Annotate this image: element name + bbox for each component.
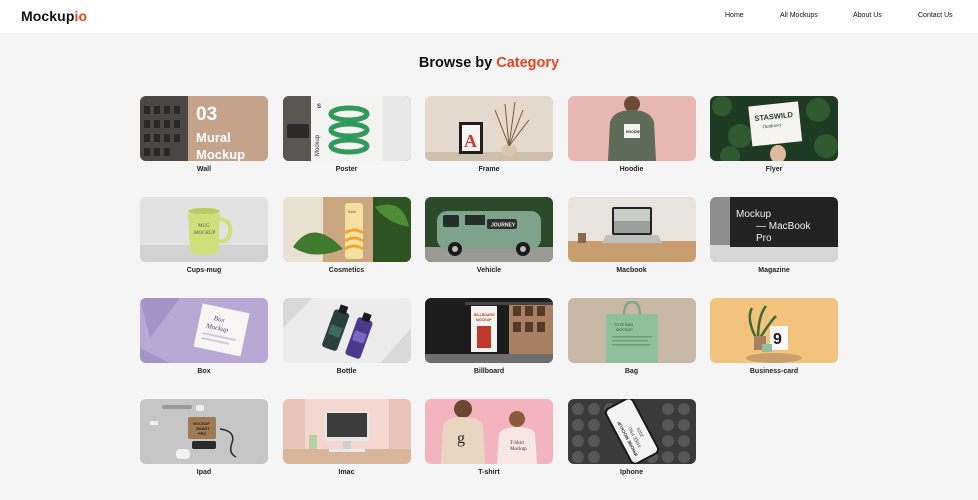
category-card-box[interactable]: Box Mockup Box <box>140 298 268 399</box>
category-card-imac[interactable]: Imac <box>282 399 411 500</box>
category-card-bag[interactable]: TOTE BAG MOCKUP Bag <box>567 298 696 399</box>
category-label: Business-card <box>749 368 799 375</box>
category-card-cups-mug[interactable]: MUG MOCKUP Cups-mug <box>140 197 268 298</box>
category-label: Bag <box>624 368 639 375</box>
vehicle-image: JOURNEY <box>425 197 553 262</box>
bag-text-1: TOTE BAG <box>614 323 633 327</box>
wall-text-1: 03 <box>196 104 217 125</box>
category-label: Macbook <box>616 267 647 274</box>
imac-image <box>282 399 411 464</box>
billboard-image: BILLBOARD MOCKUP <box>425 298 553 363</box>
box-image: Box Mockup <box>140 298 268 363</box>
frame-text: A <box>464 131 477 151</box>
category-label: Wall <box>196 166 212 173</box>
heading-prefix: Browse by <box>418 55 493 71</box>
poster-image: S Mockup <box>282 96 411 161</box>
category-label: Iphone <box>620 469 643 476</box>
category-label: Cosmetics <box>328 267 365 274</box>
vehicle-text: JOURNEY <box>491 223 516 229</box>
category-card-magazine[interactable]: Mockup — MacBook Pro Magazine <box>710 197 838 298</box>
heading-accent: Category <box>496 55 560 71</box>
flyer-image: STASWILD Outdoors <box>710 96 838 161</box>
mug-text-2: MOCKUP <box>194 231 216 236</box>
cosmetics-image: Tube <box>282 197 411 262</box>
category-card-poster[interactable]: S Mockup Poster <box>282 96 411 197</box>
category-label: T-shirt <box>478 469 500 476</box>
iphone-image: IPHONE MOCKUP FREE PSD 2023 <box>567 399 696 464</box>
magazine-text-2: — MacBook <box>756 221 811 232</box>
poster-side-text: Mockup <box>315 134 321 156</box>
top-navigation-bar: Mockupio Home All Mockups About Us Conta… <box>0 0 978 33</box>
category-label: Hoodie <box>619 166 644 173</box>
poster-text: S <box>317 104 321 110</box>
nav-all-mockups[interactable]: All Mockups <box>780 12 818 19</box>
logo[interactable]: Mockupio <box>21 8 87 24</box>
category-label: Ipad <box>196 469 212 476</box>
section-heading: Browse by Category <box>0 55 978 71</box>
nav-home[interactable]: Home <box>725 12 744 19</box>
macbook-image <box>567 197 696 262</box>
tshirt-right-text-2: Mockup <box>510 447 527 452</box>
tshirt-left-text: g <box>457 430 465 447</box>
ipad-text-1: MOCKUP <box>193 422 210 426</box>
business-card-image: 9 <box>710 298 838 363</box>
hoodie-text: HOODIE <box>626 130 640 134</box>
magazine-text-1: Mockup <box>736 209 771 220</box>
tshirt-right-text-1: T-Shirt <box>510 441 525 446</box>
category-card-billboard[interactable]: BILLBOARD MOCKUP Billboard <box>425 298 553 399</box>
mug-image: MUG MOCKUP <box>140 197 268 262</box>
category-label: Poster <box>335 166 358 173</box>
ipad-text-3: PRO <box>198 432 206 436</box>
tshirt-image: g T-Shirt Mockup <box>425 399 553 464</box>
hoodie-image: HOODIE <box>567 96 696 161</box>
magazine-image: Mockup — MacBook Pro <box>710 197 838 262</box>
billboard-text-2: MOCKUP <box>476 318 492 322</box>
wall-mural-image: 03 Mural Mockup <box>140 96 268 161</box>
category-card-tshirt[interactable]: g T-Shirt Mockup T-shirt <box>425 399 553 500</box>
category-card-bottle[interactable]: Bottle <box>282 298 411 399</box>
wall-text-2: Mural <box>196 130 231 145</box>
nav-about-us[interactable]: About Us <box>853 12 882 19</box>
category-card-macbook[interactable]: Macbook <box>567 197 696 298</box>
logo-main: Mockup <box>21 8 75 24</box>
category-card-ipad[interactable]: MOCKUP SMART PRO Ipad <box>140 399 268 500</box>
magazine-text-3: Pro <box>756 233 772 244</box>
bottle-image <box>282 298 411 363</box>
category-card-flyer[interactable]: STASWILD Outdoors Flyer <box>710 96 838 197</box>
logo-accent: io <box>74 8 88 24</box>
category-card-frame[interactable]: A Frame <box>425 96 553 197</box>
category-card-wall[interactable]: 03 Mural Mockup Wall <box>140 96 268 197</box>
category-grid: 03 Mural Mockup Wall S Mockup Poster A F… <box>140 96 838 500</box>
ipad-text-2: SMART <box>196 427 210 431</box>
category-label: Vehicle <box>476 267 502 274</box>
category-card-vehicle[interactable]: JOURNEY Vehicle <box>425 197 553 298</box>
wall-text-3: Mockup <box>196 147 245 161</box>
frame-image: A <box>425 96 553 161</box>
category-label: Billboard <box>473 368 505 375</box>
category-card-cosmetics[interactable]: Tube Cosmetics <box>282 197 411 298</box>
category-card-iphone[interactable]: IPHONE MOCKUP FREE PSD 2023 Iphone <box>567 399 696 500</box>
ipad-image: MOCKUP SMART PRO <box>140 399 268 464</box>
mug-text-1: MUG <box>198 224 210 229</box>
category-card-business-card[interactable]: 9 Business-card <box>710 298 838 399</box>
category-label: Magazine <box>758 267 790 274</box>
category-label: Frame <box>478 166 500 173</box>
category-label: Imac <box>338 469 355 476</box>
bag-image: TOTE BAG MOCKUP <box>567 298 696 363</box>
nav-contact-us[interactable]: Contact Us <box>918 12 953 19</box>
category-label: Box <box>197 368 211 375</box>
category-label: Bottle <box>336 368 357 375</box>
billboard-text-1: BILLBOARD <box>474 313 495 317</box>
bag-text-2: MOCKUP <box>616 328 633 332</box>
category-label: Cups-mug <box>186 267 222 274</box>
business-card-text: 9 <box>773 331 782 348</box>
cosmetics-text: Tube <box>347 209 357 214</box>
category-card-hoodie[interactable]: HOODIE Hoodie <box>567 96 696 197</box>
category-label: Flyer <box>765 166 783 173</box>
